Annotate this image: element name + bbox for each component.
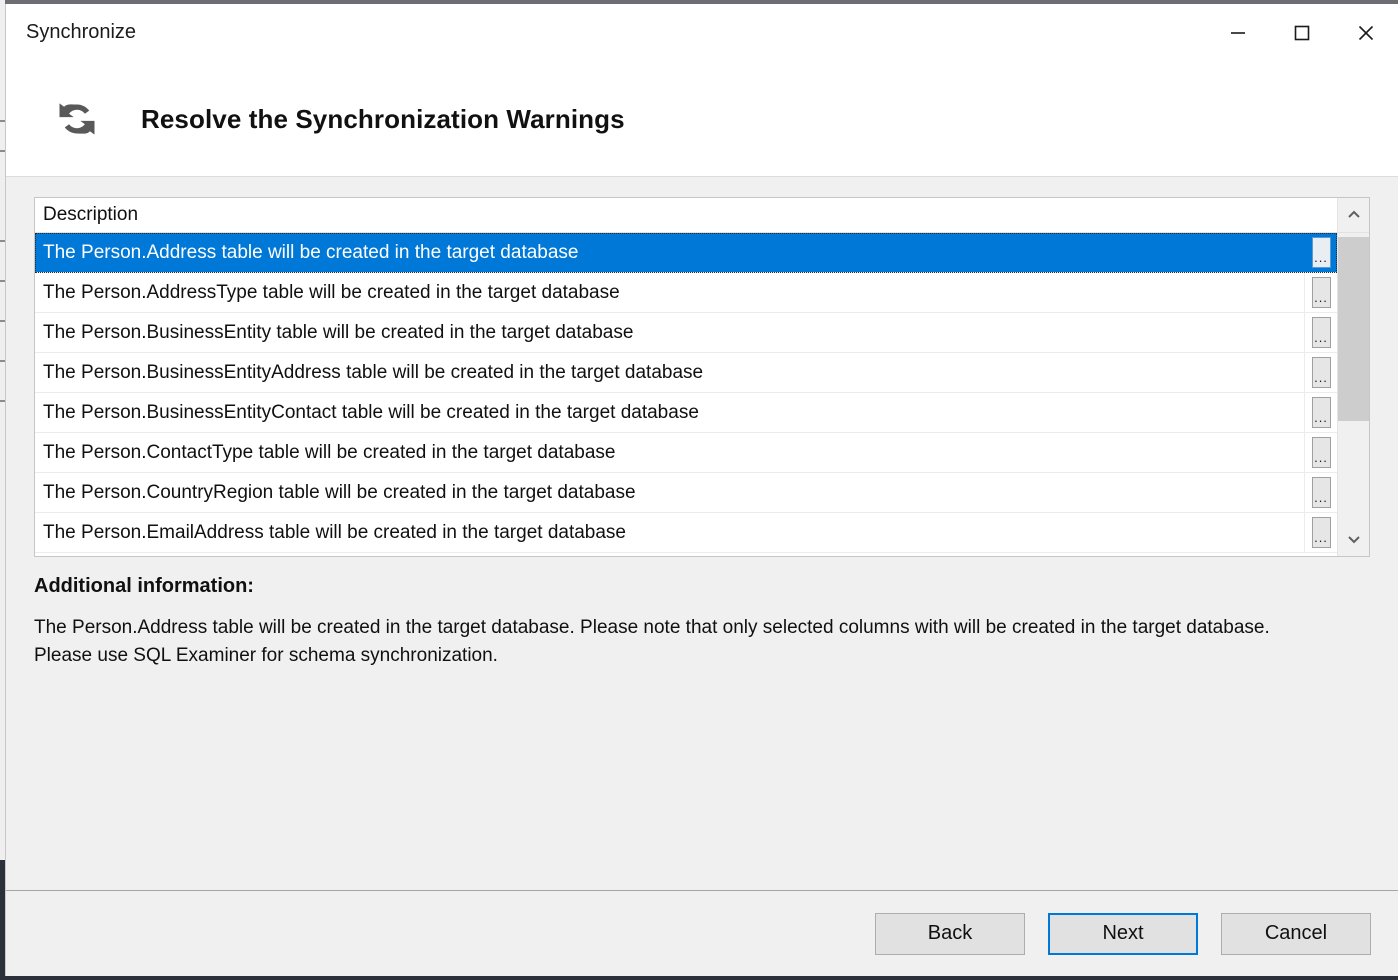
ellipsis-icon: ... [1314, 289, 1328, 305]
ellipsis-icon: ... [1314, 369, 1328, 385]
table-row[interactable]: The Person.Address table will be created… [35, 233, 1337, 273]
row-details-button[interactable]: ... [1311, 477, 1331, 508]
warnings-listview[interactable]: Description The Person.Address table wil… [34, 197, 1370, 557]
maximize-button[interactable] [1270, 4, 1334, 62]
title-bar: Synchronize [6, 4, 1398, 62]
back-button[interactable]: Back [875, 912, 1025, 955]
table-row[interactable]: The Person.CountryRegion table will be c… [35, 473, 1337, 513]
row-description: The Person.EmailAddress table will be cr… [43, 521, 626, 543]
row-description: The Person.BusinessEntityContact table w… [43, 401, 699, 423]
scrollbar-up-button[interactable] [1337, 198, 1369, 232]
row-action-cell: ... [1304, 473, 1337, 512]
additional-information-text: The Person.Address table will be created… [34, 617, 1270, 666]
close-button[interactable] [1334, 4, 1398, 62]
dialog-body: Description The Person.Address table wil… [6, 177, 1398, 890]
page-header: Resolve the Synchronization Warnings [6, 62, 1398, 177]
row-description: The Person.Address table will be created… [43, 241, 579, 263]
ellipsis-icon: ... [1314, 449, 1328, 465]
column-header-actions [1304, 198, 1337, 232]
scrollbar-down-button[interactable] [1338, 526, 1369, 556]
minimize-button[interactable] [1206, 4, 1270, 62]
chevron-up-icon [1338, 198, 1369, 232]
synchronize-dialog: Synchronize Resolve the Synchronization … [5, 4, 1398, 976]
close-icon [1358, 25, 1374, 41]
row-description: The Person.BusinessEntityAddress table w… [43, 361, 704, 383]
row-description: The Person.BusinessEntity table will be … [43, 321, 634, 343]
row-details-button[interactable]: ... [1311, 357, 1331, 388]
table-row[interactable]: The Person.BusinessEntityContact table w… [35, 393, 1337, 433]
row-details-button[interactable]: ... [1311, 317, 1331, 348]
row-action-cell: ... [1304, 273, 1337, 312]
sync-refresh-icon [59, 103, 95, 135]
page-title: Resolve the Synchronization Warnings [141, 103, 625, 134]
window-controls [1206, 4, 1398, 62]
row-details-button[interactable]: ... [1311, 397, 1331, 428]
ellipsis-icon: ... [1314, 529, 1328, 545]
listview-body: The Person.Address table will be created… [35, 233, 1369, 556]
row-action-cell: ... [1304, 513, 1337, 552]
row-action-cell: ... [1304, 393, 1337, 432]
listview-rows: The Person.Address table will be created… [35, 233, 1337, 556]
table-row[interactable]: The Person.ContactType table will be cre… [35, 433, 1337, 473]
additional-information-section: Additional information: The Person.Addre… [34, 575, 1370, 670]
listview-scrollbar[interactable] [1337, 233, 1369, 556]
ellipsis-icon: ... [1314, 409, 1328, 425]
column-header-description[interactable]: Description [35, 198, 1304, 232]
minimize-icon [1231, 32, 1245, 34]
scrollbar-thumb[interactable] [1338, 237, 1369, 421]
row-details-button[interactable]: ... [1311, 437, 1331, 468]
table-row[interactable]: The Person.BusinessEntity table will be … [35, 313, 1337, 353]
row-description: The Person.AddressType table will be cre… [43, 281, 620, 303]
dialog-footer: Back Next Cancel [6, 890, 1398, 976]
ellipsis-icon: ... [1314, 489, 1328, 505]
table-row[interactable]: The Person.AddressType table will be cre… [35, 273, 1337, 313]
row-action-cell: ... [1304, 433, 1337, 472]
scrollbar-track[interactable] [1338, 233, 1369, 526]
chevron-down-icon [1346, 532, 1362, 550]
ellipsis-icon: ... [1314, 329, 1328, 345]
maximize-icon [1294, 25, 1310, 41]
listview-header: Description [35, 198, 1369, 233]
row-action-cell: ... [1304, 353, 1337, 392]
window-title: Synchronize [26, 21, 137, 43]
ellipsis-icon: ... [1314, 249, 1328, 265]
row-details-button[interactable]: ... [1311, 277, 1331, 308]
row-action-cell: ... [1304, 313, 1337, 352]
table-row[interactable]: The Person.EmailAddress table will be cr… [35, 513, 1337, 553]
row-action-cell: ... [1304, 233, 1337, 272]
next-button[interactable]: Next [1048, 912, 1198, 955]
row-description: The Person.CountryRegion table will be c… [43, 481, 636, 503]
cancel-button[interactable]: Cancel [1221, 912, 1371, 955]
row-description: The Person.ContactType table will be cre… [43, 441, 616, 463]
row-details-button[interactable]: ... [1311, 517, 1331, 548]
additional-information-label: Additional information: [34, 575, 254, 597]
row-details-button[interactable]: ... [1311, 237, 1331, 268]
table-row[interactable]: The Person.BusinessEntityAddress table w… [35, 353, 1337, 393]
